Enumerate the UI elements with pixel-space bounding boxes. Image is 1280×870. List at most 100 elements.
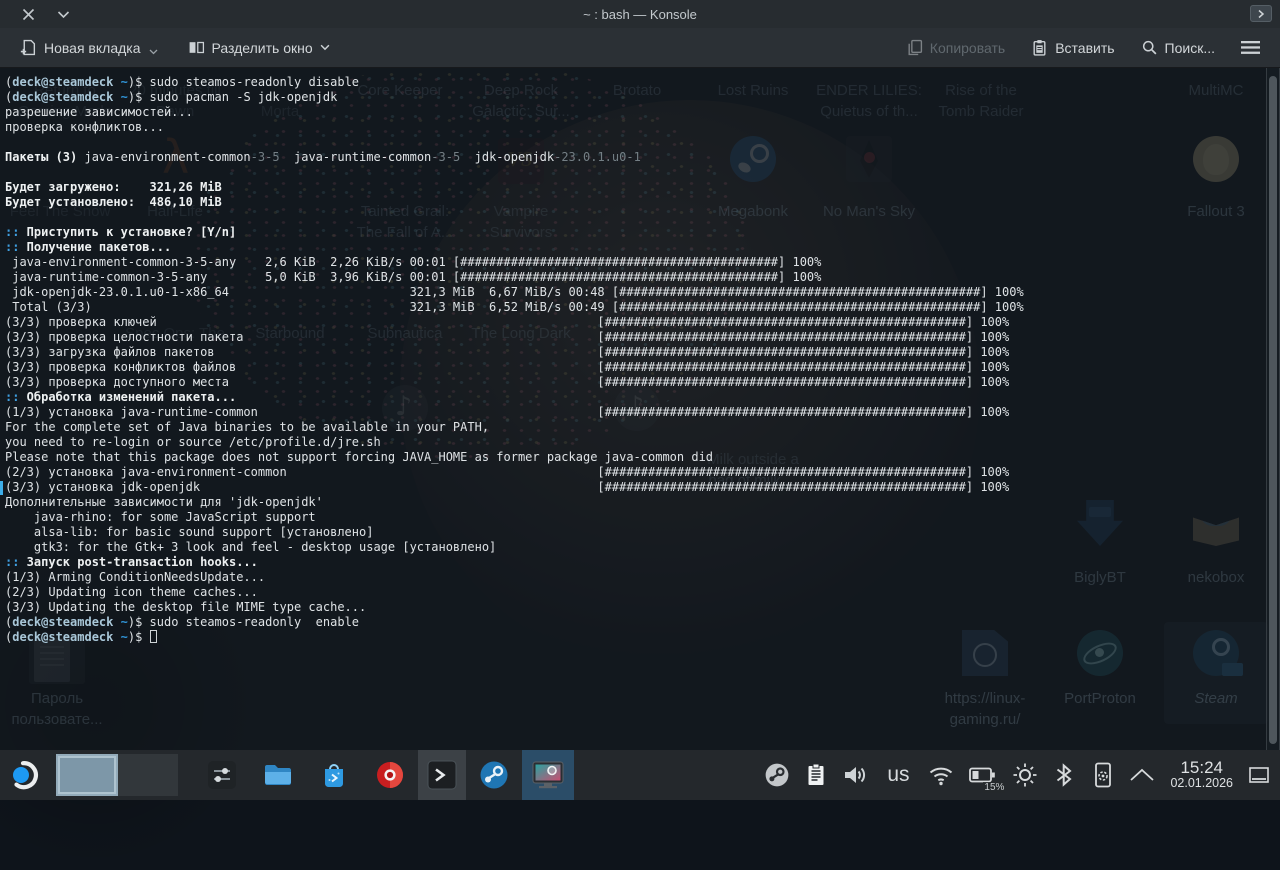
browser-icon	[374, 759, 406, 791]
split-view-icon	[188, 39, 205, 56]
scrollbar-thumb[interactable]	[1269, 76, 1277, 744]
terminal-line: (1/3) Arming ConditionNeedsUpdate...	[5, 570, 1266, 585]
terminal-line: (deck@steamdeck ~)$ sudo steamos-readonl…	[5, 615, 1266, 630]
terminal-line: (3/3) проверка доступного места [#######…	[5, 375, 1266, 390]
terminal-line: Будет загружено: 321,26 MiB	[5, 180, 1266, 195]
terminal-line: java-environment-common-3-5-any 2,6 KiB …	[5, 255, 1266, 270]
device-notifier-button[interactable]	[1088, 757, 1118, 793]
terminal-line: Пакеты (3) java-environment-common-3-5 j…	[5, 150, 1266, 165]
taskbar-panel: us 15%	[0, 750, 1280, 800]
desktop-1-preview[interactable]	[56, 754, 118, 796]
chevron-down-icon	[320, 44, 330, 51]
terminal-line: проверка конфликтов...	[5, 120, 1266, 135]
app-launcher-button[interactable]	[0, 750, 50, 800]
bluetooth-tray-button[interactable]	[1049, 757, 1079, 793]
terminal-line: Будет установлено: 486,10 MiB	[5, 195, 1266, 210]
terminal-line: you need to re-login or source /etc/prof…	[5, 435, 1266, 450]
terminal-line: (3/3) проверка ключей [#################…	[5, 315, 1266, 330]
konsole-icon	[426, 759, 458, 791]
terminal-output[interactable]: (deck@steamdeck ~)$ sudo steamos-readonl…	[0, 68, 1266, 750]
window-titlebar[interactable]: ~ : bash — Konsole	[0, 0, 1280, 28]
terminal-line: разрешение зависимостей...	[5, 105, 1266, 120]
show-desktop-button[interactable]	[1246, 757, 1272, 793]
steam-tray-button[interactable]	[762, 757, 792, 793]
terminal-body[interactable]: (deck@steamdeck ~)$ sudo steamos-readonl…	[0, 68, 1280, 750]
terminal-line: (3/3) загрузка файлов пакетов [#########…	[5, 345, 1266, 360]
digital-clock[interactable]: 15:24 02.01.2026	[1170, 759, 1233, 791]
terminal-line	[5, 165, 1266, 180]
terminal-line: java-runtime-common-3-5-any 5,0 KiB 3,96…	[5, 270, 1266, 285]
search-label: Поиск...	[1165, 40, 1215, 56]
system-settings-task[interactable]	[194, 750, 250, 800]
copy-icon	[906, 39, 923, 56]
search-button[interactable]: Поиск...	[1133, 33, 1223, 62]
device-notifier-icon	[1091, 761, 1115, 789]
clipboard-tray-button[interactable]	[801, 757, 831, 793]
virtual-desktop-pager[interactable]	[56, 754, 178, 796]
steam-task[interactable]	[466, 750, 522, 800]
terminal-scrollbar[interactable]	[1266, 68, 1280, 750]
paste-icon	[1031, 39, 1048, 56]
terminal-line: (3/3) проверка конфликтов файлов [######…	[5, 360, 1266, 375]
terminal-line: (3/3) Updating the desktop file MIME typ…	[5, 600, 1266, 615]
new-output-marker	[0, 481, 3, 495]
terminal-line: :: Обработка изменений пакета...	[5, 390, 1266, 405]
window-expand-button[interactable]	[1250, 5, 1272, 22]
hamburger-menu-button[interactable]	[1233, 34, 1268, 61]
desktop-2-preview[interactable]	[118, 754, 178, 796]
terminal-line: Дополнительные зависимости для 'jdk-open…	[5, 495, 1266, 510]
konsole-window: ~ : bash — Konsole Новая вкладка Раздели…	[0, 0, 1280, 750]
new-tab-button[interactable]: Новая вкладка	[12, 33, 166, 62]
split-window-button[interactable]: Разделить окно	[180, 33, 338, 62]
new-tab-icon	[20, 39, 37, 56]
battery-tray-button[interactable]: 15%	[965, 757, 1001, 793]
file-manager-task[interactable]	[250, 750, 306, 800]
terminal-line: Please note that this package does not s…	[5, 450, 1266, 465]
terminal-line: (deck@steamdeck ~)$ sudo steamos-readonl…	[5, 75, 1266, 90]
terminal-line: (2/3) установка java-environment-common …	[5, 465, 1266, 480]
terminal-line	[5, 210, 1266, 225]
window-title: ~ : bash — Konsole	[0, 7, 1280, 22]
volume-icon	[841, 762, 869, 788]
copy-button[interactable]: Копировать	[898, 33, 1013, 62]
keyboard-layout-button[interactable]: us	[879, 757, 917, 793]
copy-label: Копировать	[930, 40, 1005, 56]
wifi-icon	[927, 762, 955, 788]
terminal-line: (2/3) Updating icon theme caches...	[5, 585, 1266, 600]
paste-button[interactable]: Вставить	[1023, 33, 1122, 62]
terminal-line: gtk3: for the Gtk+ 3 look and feel - des…	[5, 540, 1266, 555]
search-icon	[1141, 39, 1158, 56]
browser-task[interactable]	[362, 750, 418, 800]
hamburger-menu-icon	[1241, 40, 1260, 55]
expand-tray-button[interactable]	[1127, 757, 1157, 793]
split-window-label: Разделить окно	[212, 40, 313, 56]
system-settings-icon	[206, 759, 238, 791]
terminal-line: :: Приступить к установке? [Y/n]	[5, 225, 1266, 240]
chevron-down-icon	[149, 49, 158, 55]
terminal-line: (3/3) проверка целостности пакета [#####…	[5, 330, 1266, 345]
clipboard-icon	[804, 762, 828, 788]
chevron-right-icon	[1257, 9, 1265, 19]
clock-time: 15:24	[1170, 759, 1233, 778]
steam-tray-icon	[764, 762, 790, 788]
terminal-line: java-rhino: for some JavaScript support	[5, 510, 1266, 525]
terminal-line: alsa-lib: for basic sound support [устан…	[5, 525, 1266, 540]
wifi-tray-button[interactable]	[926, 757, 956, 793]
app-launcher-icon	[9, 759, 41, 791]
terminal-line: (3/3) установка jdk-openjdk [###########…	[5, 480, 1266, 495]
terminal-line: :: Запуск post-transaction hooks...	[5, 555, 1266, 570]
discover-task[interactable]	[306, 750, 362, 800]
terminal-line: (deck@steamdeck ~)$ sudo pacman -S jdk-o…	[5, 90, 1266, 105]
brightness-tray-button[interactable]	[1010, 757, 1040, 793]
screenshot-tool-task[interactable]	[522, 750, 574, 800]
screenshot-tool-icon	[531, 758, 565, 792]
bluetooth-icon	[1053, 761, 1075, 789]
terminal-line	[5, 135, 1266, 150]
terminal-line: (1/3) установка java-runtime-common [###…	[5, 405, 1266, 420]
steam-icon	[478, 759, 510, 791]
terminal-line: Total (3/3) 321,3 MiB 6,52 MiB/s 00:49 […	[5, 300, 1266, 315]
brightness-icon	[1011, 761, 1039, 789]
konsole-task[interactable]	[418, 750, 466, 800]
discover-icon	[318, 759, 350, 791]
volume-tray-button[interactable]	[840, 757, 870, 793]
